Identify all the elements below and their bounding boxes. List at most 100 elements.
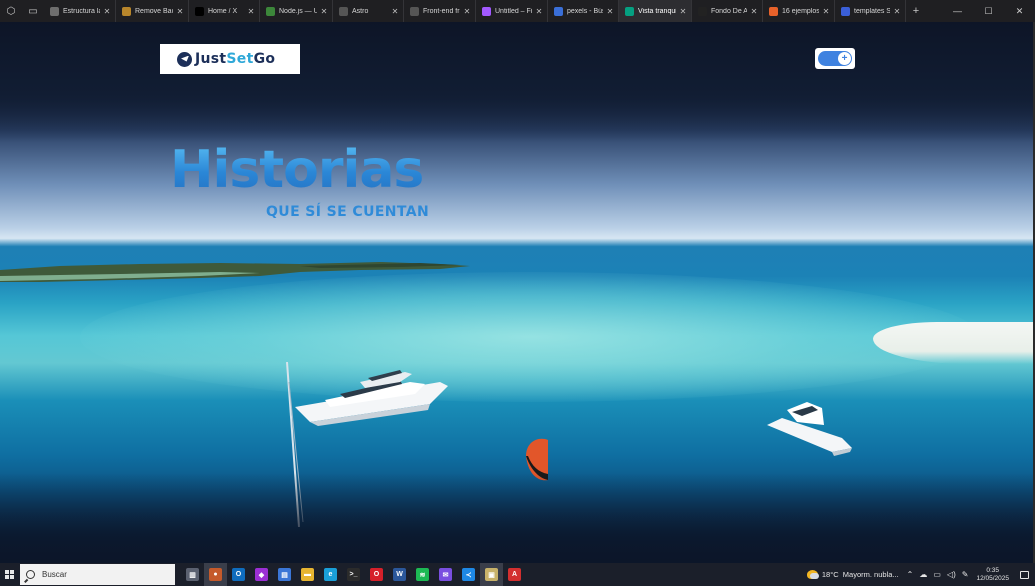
taskbar-app-button[interactable]: e [319, 563, 342, 586]
logo-text-go: Go [253, 51, 276, 67]
messenger-icon: ✉ [439, 568, 452, 581]
maximize-button[interactable]: ☐ [973, 0, 1004, 22]
tab-actions-icon[interactable]: ▭ [22, 0, 44, 22]
close-tab-icon[interactable]: ✕ [535, 7, 543, 16]
volume-icon[interactable]: ◁) [947, 570, 956, 579]
browser-tab[interactable]: Untitled – Fig✕ [476, 0, 548, 22]
opera-icon: O [370, 568, 383, 581]
terminal-icon: >_ [347, 568, 360, 581]
close-tab-icon[interactable]: ✕ [103, 7, 111, 16]
tab-label: Node.js — Ur [279, 7, 317, 15]
minimize-button[interactable]: — [942, 0, 973, 22]
taskbar-app-button[interactable]: ≋ [411, 563, 434, 586]
yacht-large-image [295, 370, 448, 426]
browser-tab[interactable]: Astro ✕ [333, 0, 404, 22]
close-tab-icon[interactable]: ✕ [893, 7, 901, 16]
file-explorer-icon: ▬ [301, 568, 314, 581]
spotify-icon: ≋ [416, 568, 429, 581]
outlook-icon: O [232, 568, 245, 581]
github-icon [50, 6, 59, 16]
taskbar-app-button[interactable]: O [227, 563, 250, 586]
tab-label: Home / X [208, 7, 238, 15]
sky-overlay [0, 22, 1033, 142]
close-tab-icon[interactable]: ✕ [822, 7, 830, 16]
browser-tab[interactable]: templates Sa✕ [835, 0, 906, 22]
istock-icon [698, 6, 707, 16]
shallow-water [80, 272, 980, 402]
taskbar-app-button[interactable]: O [365, 563, 388, 586]
taskbar-app-button[interactable]: ▣ [480, 563, 503, 586]
browser-tab[interactable]: 16 ejemplos d✕ [763, 0, 835, 22]
close-tab-icon[interactable]: ✕ [606, 7, 614, 16]
browser-tab[interactable]: Front-end fra ✕ [404, 0, 476, 22]
toggle-track: + [818, 51, 852, 66]
tab-label: Astro [352, 7, 369, 15]
astro-icon [339, 6, 348, 16]
theme-toggle[interactable]: + [815, 48, 855, 69]
taskbar-app-button[interactable]: ▥ [181, 563, 204, 586]
figma-icon [482, 6, 491, 16]
weather-widget[interactable]: 18°C Mayorm. nubla... [806, 570, 899, 579]
workspaces-icon[interactable]: ⬡ [0, 0, 22, 22]
browser-tab[interactable]: Estructura lan✕ [44, 0, 116, 22]
browser-tab[interactable]: pexels - Búsq✕ [548, 0, 619, 22]
tab-list: Estructura lan✕Remove Back✕Home / X✕Node… [44, 0, 906, 22]
taskbar-app-button[interactable]: >_ [342, 563, 365, 586]
close-window-button[interactable]: ✕ [1004, 0, 1035, 22]
browser-tab[interactable]: Node.js — Ur ✕ [260, 0, 333, 22]
network-icon[interactable]: ▭ [933, 570, 941, 579]
chevron-up-icon[interactable]: ⌃ [907, 570, 914, 579]
new-tab-button[interactable]: + [906, 5, 926, 17]
start-button[interactable] [0, 563, 18, 586]
taskbar-app-button[interactable]: ✉ [434, 563, 457, 586]
tab-label: Vista tranquil [638, 7, 676, 15]
taskbar-app-button[interactable]: ≺ [457, 563, 480, 586]
pexels-icon [625, 6, 634, 16]
tab-label: pexels - Búsq [567, 7, 603, 15]
taskbar-search[interactable]: Buscar [20, 564, 175, 585]
taskbar-app-button[interactable]: A [503, 563, 526, 586]
browser-tab[interactable]: Home / X ✕ [189, 0, 260, 22]
clock[interactable]: 0:35 12/05/2025 [976, 567, 1009, 583]
windows-icon [4, 570, 14, 579]
search-placeholder: Buscar [42, 570, 67, 579]
site-logo[interactable]: JustSetGo [160, 44, 300, 74]
search-icon [554, 6, 563, 16]
tab-label: Fondo De Am [711, 7, 747, 15]
close-tab-icon[interactable]: ✕ [750, 7, 758, 16]
tab-label: templates Sa [854, 7, 890, 15]
hubspot-icon [769, 6, 778, 16]
close-tab-icon[interactable]: ✕ [320, 7, 328, 16]
close-tab-icon[interactable]: ✕ [463, 7, 471, 16]
browser-tab[interactable]: Vista tranquil ✕ [619, 0, 692, 22]
taskbar-app-button[interactable]: W [388, 563, 411, 586]
tab-label: 16 ejemplos d [782, 7, 819, 15]
notifications-icon[interactable] [1017, 563, 1031, 586]
tab-label: Remove Back [135, 7, 173, 15]
vscode-icon: ≺ [462, 568, 475, 581]
taskbar-app-button[interactable]: ◆ [250, 563, 273, 586]
taskbar: Buscar ▥ ● O ◆ ▤ ▬ e >_ O W ≋ ✉ ≺ ▣ A 18°C Mayorm. nub… [0, 563, 1035, 586]
close-tab-icon[interactable]: ✕ [176, 7, 184, 16]
tab-label: Estructura lan [63, 7, 100, 15]
logo-text-set: Set [226, 51, 254, 67]
close-tab-icon[interactable]: ✕ [679, 7, 687, 16]
weather-desc: Mayorm. nubla... [842, 570, 899, 579]
close-tab-icon[interactable]: ✕ [247, 7, 255, 16]
close-tab-icon[interactable]: ✕ [391, 7, 399, 16]
pen-icon[interactable]: ✎ [962, 570, 969, 579]
templates-icon [841, 6, 850, 16]
logo-text: JustSetGo [195, 51, 275, 67]
window-controls: — ☐ ✕ [942, 0, 1035, 22]
onedrive-icon[interactable]: ☁ [919, 570, 927, 579]
taskbar-app-button[interactable]: ▬ [296, 563, 319, 586]
yacht-small-image [767, 402, 852, 456]
bottom-overlay [0, 473, 1033, 563]
browser-tab[interactable]: Fondo De Am✕ [692, 0, 763, 22]
weather-icon [806, 570, 819, 579]
browser-tab[interactable]: Remove Back✕ [116, 0, 189, 22]
taskbar-app-button[interactable]: ● [204, 563, 227, 586]
edge-icon: e [324, 568, 337, 581]
taskbar-app-button[interactable]: ▤ [273, 563, 296, 586]
search-icon [26, 570, 35, 579]
